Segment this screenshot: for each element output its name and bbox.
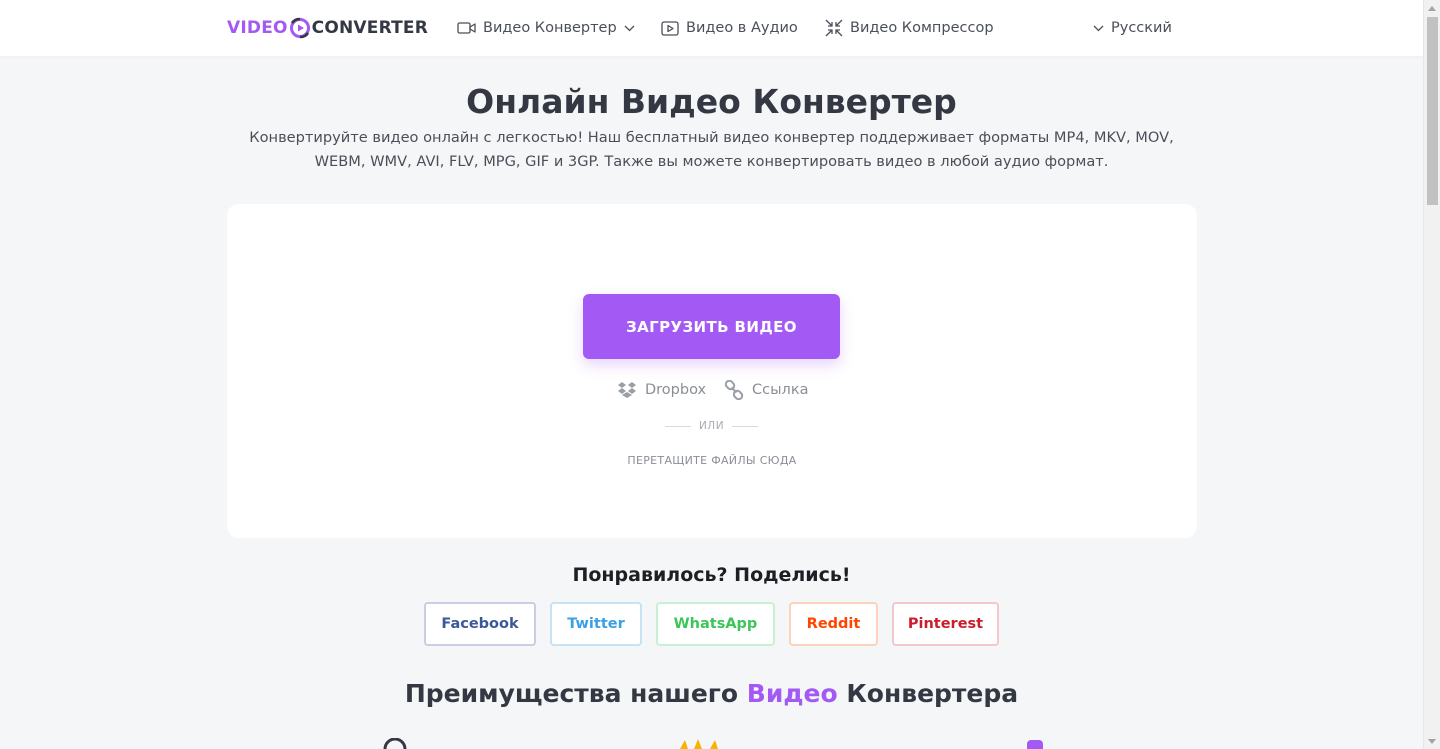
- nav-video-to-audio-label: Видео в Аудио: [686, 20, 798, 36]
- share-whatsapp-button[interactable]: WhatsApp: [656, 602, 775, 646]
- logo-disc-icon: [289, 17, 311, 39]
- page-subtitle: Конвертируйте видео онлайн с легкостью! …: [235, 126, 1188, 174]
- share-facebook-button[interactable]: Facebook: [424, 602, 536, 646]
- scrollbar-thumb[interactable]: [1427, 17, 1438, 205]
- video-camera-icon: [457, 22, 476, 34]
- play-box-icon: [661, 20, 679, 36]
- nav-video-compressor-label: Видео Компрессор: [850, 20, 994, 36]
- dropbox-label: Dropbox: [645, 382, 707, 398]
- drop-files-hint: ПЕРЕТАЩИТЕ ФАЙЛЫ СЮДА: [627, 454, 797, 467]
- advantages-heading: Преимущества нашего Видео Конвертера: [0, 679, 1423, 708]
- advantages-accent: Видео: [746, 679, 838, 708]
- subtitle-line-1: Конвертируйте видео онлайн с легкостью! …: [249, 129, 1174, 146]
- or-divider: ИЛИ: [665, 419, 758, 433]
- advantages-part-1: Преимущества нашего: [404, 679, 747, 708]
- dropbox-icon: [618, 382, 636, 398]
- compress-arrows-icon: [825, 19, 843, 37]
- chevron-down-icon: [1093, 25, 1104, 31]
- logo-word-video: VIDEO: [227, 18, 288, 38]
- url-label: Ссылка: [752, 382, 809, 398]
- feature-icon: [383, 738, 407, 749]
- divider-line: [665, 425, 691, 427]
- upload-video-button[interactable]: ЗАГРУЗИТЬ ВИДЕО: [583, 294, 840, 359]
- nav-video-to-audio[interactable]: Видео в Аудио: [661, 17, 798, 39]
- share-title: Понравилось? Поделись!: [572, 564, 851, 586]
- language-label: Русский: [1111, 20, 1172, 36]
- page-scrollbar[interactable]: [1423, 0, 1440, 749]
- feature-icon: [1027, 740, 1043, 749]
- share-pinterest-button[interactable]: Pinterest: [892, 602, 999, 646]
- chain-link-icon: [724, 380, 744, 400]
- share-twitter-button[interactable]: Twitter: [550, 602, 642, 646]
- scroll-up-icon[interactable]: [1428, 6, 1436, 11]
- logo-word-converter: CONVERTER: [311, 18, 429, 38]
- nav-video-compressor[interactable]: Видео Компрессор: [825, 17, 994, 39]
- upload-dropzone[interactable]: [227, 204, 1197, 538]
- nav-video-converter[interactable]: Видео Конвертер: [457, 17, 635, 39]
- page-title: Онлайн Видео Конвертер: [466, 82, 957, 121]
- divider-line: [732, 425, 758, 427]
- scroll-down-icon[interactable]: [1428, 739, 1436, 744]
- chevron-down-icon: [624, 25, 635, 31]
- or-label: ИЛИ: [698, 420, 725, 432]
- dropbox-link[interactable]: Dropbox: [617, 379, 706, 401]
- advantages-part-2: Конвертера: [837, 679, 1019, 708]
- share-reddit-button[interactable]: Reddit: [789, 602, 878, 646]
- subtitle-line-2: WEBM, WMV, AVI, FLV, MPG, GIF и 3GP. Так…: [314, 153, 1109, 170]
- feature-icon: [680, 739, 718, 749]
- top-header: VIDEO CONVERTER Видео Конвертер Видео в …: [0, 0, 1423, 56]
- logo[interactable]: VIDEO CONVERTER: [227, 15, 428, 41]
- nav-video-converter-label: Видео Конвертер: [483, 20, 617, 36]
- url-link[interactable]: Ссылка: [724, 379, 808, 401]
- language-selector[interactable]: Русский: [1093, 17, 1172, 39]
